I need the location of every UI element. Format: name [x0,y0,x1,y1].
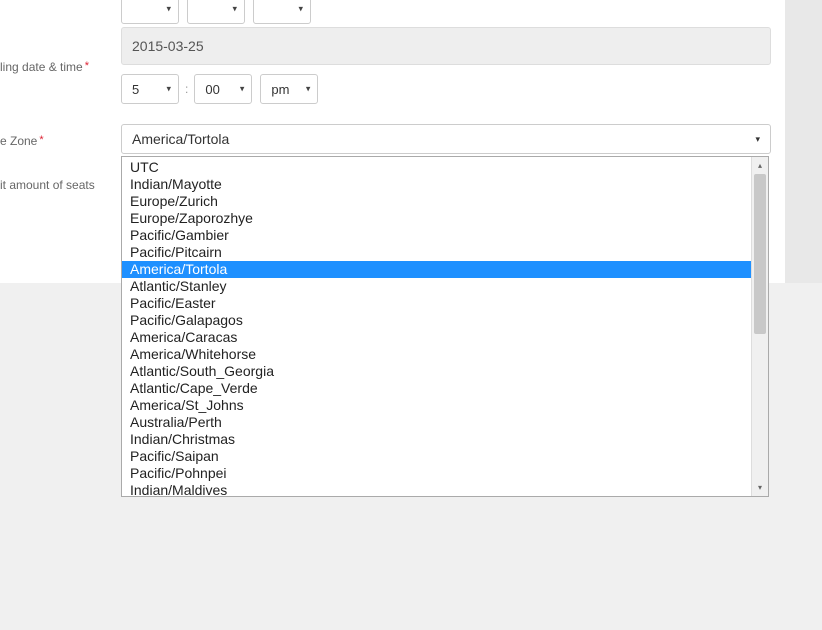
timezone-select[interactable]: America/Tortola [121,124,771,154]
minute-select[interactable]: 00 [194,74,252,104]
timezone-option[interactable]: Atlantic/Cape_Verde [122,380,751,397]
dropdown-scrollbar[interactable]: ▴ ▾ [751,157,768,496]
top-select-2-wrap [187,0,245,24]
seats-label-text: it amount of seats [0,178,95,192]
timezone-option[interactable]: Europe/Zaporozhye [122,210,751,227]
ending-date-label: ling date & time* [0,60,89,74]
top-select-2[interactable] [187,0,245,24]
timezone-dropdown: UTCIndian/MayotteEurope/ZurichEurope/Zap… [121,156,769,497]
timezone-option-list[interactable]: UTCIndian/MayotteEurope/ZurichEurope/Zap… [122,157,751,496]
timezone-option[interactable]: UTC [122,159,751,176]
timezone-option[interactable]: Pacific/Pitcairn [122,244,751,261]
ending-date-label-text: ling date & time [0,60,83,74]
required-mark: * [85,60,89,72]
timezone-option[interactable]: Atlantic/Stanley [122,278,751,295]
timezone-option[interactable]: Pacific/Pohnpei [122,465,751,482]
scroll-up-arrow[interactable]: ▴ [752,157,768,174]
timezone-option[interactable]: America/St_Johns [122,397,751,414]
timezone-option[interactable]: Indian/Maldives [122,482,751,496]
top-select-1-wrap [121,0,179,24]
timezone-label-text: e Zone [0,134,37,148]
panel-outer-edge [785,0,822,283]
required-mark: * [39,134,43,146]
timezone-option[interactable]: Pacific/Galapagos [122,312,751,329]
scroll-thumb[interactable] [754,174,766,334]
timezone-label: e Zone* [0,134,44,148]
top-select-3-wrap [253,0,311,24]
timezone-selected-value: America/Tortola [132,131,229,147]
scroll-down-arrow[interactable]: ▾ [752,479,768,496]
timezone-option[interactable]: Pacific/Gambier [122,227,751,244]
top-select-3[interactable] [253,0,311,24]
timezone-option[interactable]: Indian/Mayotte [122,176,751,193]
ending-date-input[interactable]: 2015-03-25 [121,27,771,65]
timezone-option[interactable]: Atlantic/South_Georgia [122,363,751,380]
timezone-option[interactable]: Europe/Zurich [122,193,751,210]
time-colon: : [185,82,188,96]
ampm-select[interactable]: pm [260,74,318,104]
seats-label: it amount of seats [0,178,95,192]
timezone-option[interactable]: Indian/Christmas [122,431,751,448]
hour-select[interactable]: 5 [121,74,179,104]
minute-select-wrap: 00 [194,74,252,104]
timezone-option[interactable]: America/Whitehorse [122,346,751,363]
timezone-option[interactable]: Australia/Perth [122,414,751,431]
ending-time-selects: 5 : 00 pm [121,74,318,104]
top-time-selects [121,0,311,24]
timezone-option[interactable]: America/Tortola [122,261,751,278]
timezone-option[interactable]: Pacific/Easter [122,295,751,312]
top-select-1[interactable] [121,0,179,24]
ampm-select-wrap: pm [260,74,318,104]
timezone-option[interactable]: America/Caracas [122,329,751,346]
hour-select-wrap: 5 [121,74,179,104]
timezone-option[interactable]: Pacific/Saipan [122,448,751,465]
